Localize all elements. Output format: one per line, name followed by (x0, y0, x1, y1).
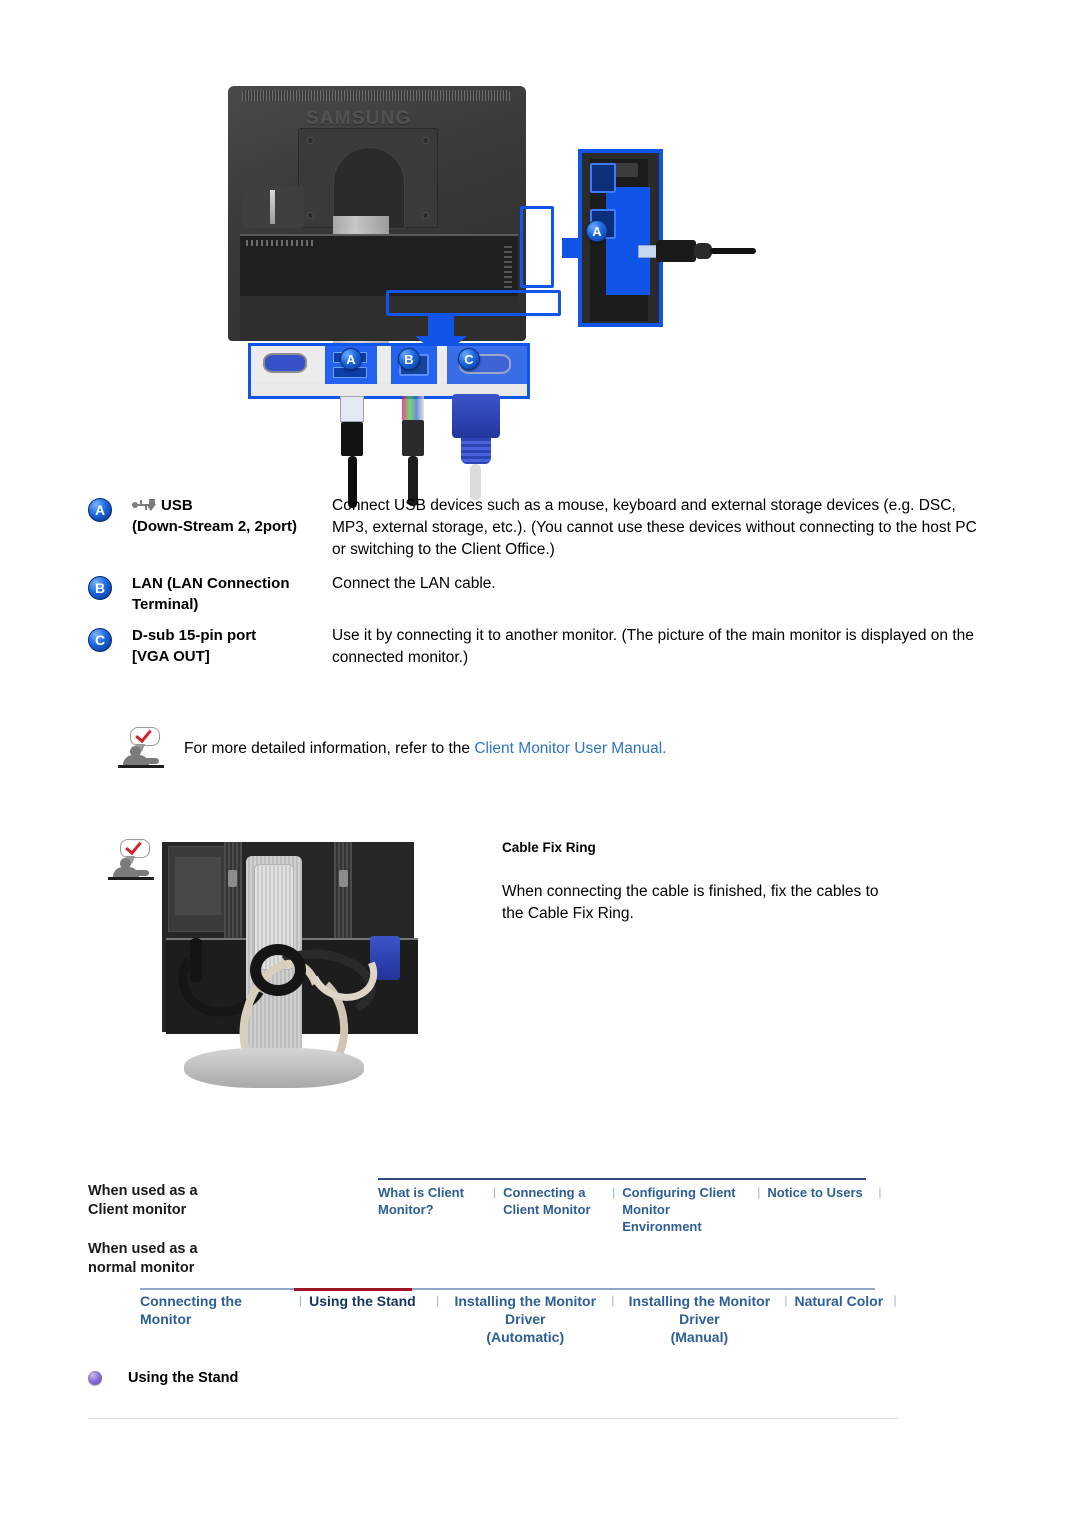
horizontal-divider (88, 1418, 898, 1419)
nav-separator: | (612, 1185, 616, 1199)
legend-badge-cell-a: A (88, 495, 132, 522)
callout-badge-b: B (398, 348, 420, 370)
usb-cable-illustration (340, 396, 364, 508)
nav-separator: | (493, 1185, 497, 1199)
legend-term-b: LAN (LAN Connection Terminal) (132, 573, 332, 615)
nav-active-accent-bar (294, 1288, 412, 1291)
legend-term-b-line2: Terminal) (132, 596, 199, 613)
nav-group-label-client: When used as a Client monitor (88, 1182, 198, 1220)
nav-group-label-client-line1: When used as a (88, 1183, 198, 1199)
cable-fix-ring-part (250, 944, 306, 996)
cable-fix-ring-note-icon (108, 837, 154, 884)
lower-recess (240, 234, 518, 296)
legend-badge-b: B (88, 576, 112, 600)
nav-item-line1: Using the Stand (309, 1293, 416, 1309)
rear-panel-diagram: SAMSUNG A A B C (220, 78, 756, 508)
callout-badge-c: C (458, 348, 480, 370)
nav-item-line1: Connecting a (503, 1185, 586, 1200)
legend-badge-cell-c: C (88, 625, 132, 652)
cable-fix-ring-body: When connecting the cable is finished, f… (502, 883, 879, 922)
nav-item-line2: Client Monitor (503, 1202, 591, 1217)
nav-item-connecting-the-monitor[interactable]: Connecting the Monitor (140, 1292, 292, 1328)
legend-row-c: C D-sub 15-pin port [VGA OUT] Use it by … (88, 625, 978, 669)
nav-rule-normal (140, 1288, 875, 1290)
nav-group-label-normal: When used as a normal monitor (88, 1240, 198, 1278)
nav-item-installing-driver-automatic[interactable]: Installing the Monitor Driver (Automatic… (446, 1292, 604, 1346)
nav-separator: | (893, 1293, 897, 1307)
nav-item-configuring-client-monitor-environment[interactable]: Configuring Client Monitor Environment (622, 1184, 750, 1235)
bottom-ports-highlight-box (248, 343, 530, 399)
legend-term-c-line2: [VGA OUT] (132, 648, 210, 665)
nav-separator: | (299, 1293, 303, 1307)
highlight-box-side-usb (520, 206, 554, 288)
lan-cable-illustration (402, 396, 424, 506)
note-text-before: For more detailed information, refer to … (184, 740, 475, 757)
section-heading-using-the-stand: Using the Stand (88, 1370, 238, 1386)
nav-item-natural-color[interactable]: Natural Color (795, 1292, 887, 1310)
nav-separator: | (878, 1185, 882, 1199)
nav-item-line1: Notice to Users (767, 1185, 863, 1200)
legend-badge-a: A (88, 498, 112, 522)
side-button-panel (242, 186, 304, 228)
nav-separator: | (611, 1293, 615, 1307)
nav-item-line1: Installing the Monitor Driver (454, 1293, 597, 1327)
legend-term-a: USB (Down-Stream 2, 2port) (132, 495, 332, 537)
dsub-in-port (263, 353, 307, 373)
nav-row-client-monitor: What is Client Monitor? | Connecting a C… (378, 1184, 889, 1235)
nav-item-line2: (Manual) (670, 1329, 729, 1345)
nav-item-what-is-client-monitor[interactable]: What is Client Monitor? (378, 1184, 486, 1218)
nav-separator: | (436, 1293, 440, 1307)
usb-icon (132, 499, 156, 511)
cable-fix-ring-title: Cable Fix Ring (502, 840, 596, 855)
legend-badge-cell-b: B (88, 573, 132, 600)
cable-fix-ring-text: Cable Fix Ring When connecting the cable… (502, 840, 902, 925)
note-client-manual: For more detailed information, refer to … (118, 725, 666, 772)
nav-item-notice-to-users[interactable]: Notice to Users (767, 1184, 871, 1201)
legend-desc-c: Use it by connecting it to another monit… (332, 627, 974, 666)
client-monitor-user-manual-link[interactable]: Client Monitor User Manual. (474, 740, 666, 757)
nav-item-connecting-a-client-monitor[interactable]: Connecting a Client Monitor (503, 1184, 605, 1218)
nav-separator: | (757, 1185, 761, 1199)
legend-row-a: A USB (Down-Stream 2, 2port) Connect USB… (88, 495, 978, 561)
nav-item-using-the-stand[interactable]: Using the Stand (309, 1292, 429, 1310)
nav-group-label-client-line2: Client monitor (88, 1202, 187, 1218)
nav-item-line1: Installing the Monitor Driver (628, 1293, 771, 1327)
callout-badge-a: A (340, 348, 362, 370)
nav-item-line2: Monitor? (378, 1202, 434, 1217)
nav-row-normal-monitor: Connecting the Monitor | Using the Stand… (140, 1292, 904, 1346)
legend-term-c: D-sub 15-pin port [VGA OUT] (132, 625, 332, 667)
nav-item-line1: Natural Color (794, 1293, 884, 1309)
legend-row-b: B LAN (LAN Connection Terminal) Connect … (88, 573, 978, 615)
highlight-box-connector-slot (386, 290, 561, 316)
nav-group-label-normal-line2: normal monitor (88, 1260, 195, 1276)
vesa-plate (298, 128, 438, 229)
vga-cable-illustration (452, 394, 500, 500)
brand-logo: SAMSUNG (306, 108, 412, 129)
nav-group-label-normal-line1: When used as a (88, 1241, 198, 1257)
nav-item-line1: What is Client (378, 1185, 464, 1200)
legend-badge-c: C (88, 628, 112, 652)
legend-desc-b: Connect the LAN cable. (332, 575, 496, 592)
nav-item-line2: Monitor Environment (622, 1202, 702, 1234)
legend-desc-a: Connect USB devices such as a mouse, key… (332, 497, 977, 558)
legend-term-c-line1: D-sub 15-pin port (132, 627, 257, 644)
nav-item-installing-driver-manual[interactable]: Installing the Monitor Driver (Manual) (621, 1292, 777, 1346)
note-text: For more detailed information, refer to … (184, 738, 666, 760)
note-person-icon (118, 725, 170, 772)
legend-term-a-line1: USB (161, 497, 193, 514)
nav-item-line1: Configuring Client (622, 1185, 736, 1200)
usb-plug-illustration (638, 240, 756, 262)
page-title: Using the Stand (128, 1370, 239, 1386)
bullet-orb-icon (88, 1371, 102, 1385)
legend-term-b-line1: LAN (LAN Connection (132, 575, 290, 592)
port-legend-table: A USB (Down-Stream 2, 2port) Connect USB… (88, 495, 978, 677)
nav-rule-client (378, 1178, 866, 1180)
nav-item-line2: (Automatic) (486, 1329, 565, 1345)
monitor-vent (242, 90, 510, 101)
callout-badge-a-detail: A (586, 220, 608, 242)
nav-item-line1: Connecting the Monitor (140, 1293, 242, 1327)
cable-fix-ring-photo (158, 840, 420, 1108)
legend-term-a-line2: (Down-Stream 2, 2port) (132, 518, 298, 535)
nav-separator: | (784, 1293, 788, 1307)
